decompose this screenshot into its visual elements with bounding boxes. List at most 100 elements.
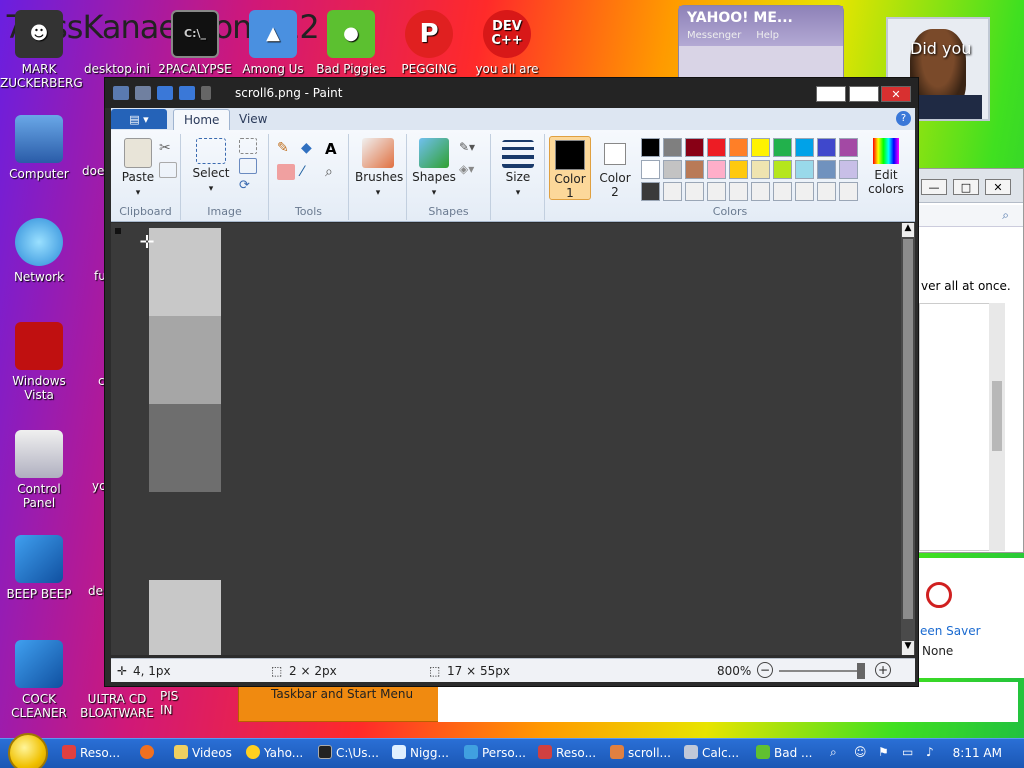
desktop-icon-control-panel[interactable]: Control Panel bbox=[0, 430, 78, 510]
color-picker-icon[interactable]: ⁄ bbox=[301, 164, 319, 180]
maximize-button[interactable]: □ bbox=[953, 179, 979, 195]
palette-swatch[interactable] bbox=[795, 160, 814, 179]
crop-icon[interactable] bbox=[239, 138, 257, 154]
paste-button[interactable]: Paste ▾ bbox=[119, 138, 157, 198]
close-button[interactable]: ✕ bbox=[881, 86, 911, 102]
select-button[interactable]: Select ▾ bbox=[191, 138, 231, 194]
yahoo-messenger-window[interactable]: YAHOO! ME... Messenger Help bbox=[678, 5, 844, 79]
yahoo-menu-help[interactable]: Help bbox=[756, 30, 779, 41]
taskbar-settings-banner[interactable]: Taskbar and Start Menu bbox=[238, 682, 440, 722]
background-window-title-bar[interactable]: — □ ✕ bbox=[919, 169, 1023, 203]
taskbar-item[interactable]: Bad ... bbox=[756, 745, 812, 760]
messenger-tray-icon[interactable]: ☺ bbox=[854, 745, 867, 759]
taskbar-item[interactable]: C:\Us... bbox=[318, 745, 379, 760]
palette-swatch[interactable] bbox=[795, 138, 814, 157]
action-center-flag-icon[interactable]: ⚑ bbox=[878, 745, 889, 759]
palette-swatch[interactable] bbox=[839, 160, 858, 179]
palette-swatch[interactable] bbox=[707, 160, 726, 179]
network-tray-icon[interactable]: ▭ bbox=[902, 745, 913, 759]
scroll-up-button[interactable]: ▲ bbox=[902, 223, 914, 237]
scrollbar-thumb[interactable] bbox=[992, 381, 1002, 451]
start-button[interactable] bbox=[8, 733, 48, 768]
file-menu-button[interactable]: ▤ ▾ bbox=[111, 109, 167, 129]
zoom-out-button[interactable]: − bbox=[757, 662, 773, 678]
desktop-icon-among-us[interactable]: ▲ Among Us bbox=[234, 10, 312, 76]
shapes-button[interactable]: Shapes ▾ bbox=[411, 138, 457, 198]
minimize-button[interactable]: — bbox=[816, 86, 846, 102]
save-icon[interactable] bbox=[135, 86, 151, 100]
list-scrollbar[interactable] bbox=[989, 303, 1005, 551]
clock[interactable]: 8:11 AM bbox=[953, 746, 1002, 760]
custom-color-slot[interactable] bbox=[773, 182, 792, 201]
pencil-icon[interactable]: ✎ bbox=[277, 140, 295, 156]
desktop-icon-bad-piggies[interactable]: ● Bad Piggies bbox=[312, 10, 390, 76]
scroll-down-button[interactable]: ▼ bbox=[902, 641, 914, 655]
eraser-icon[interactable] bbox=[277, 164, 295, 180]
canvas-vertical-scrollbar[interactable]: ▲ ▼ bbox=[901, 223, 915, 655]
custom-color-slot[interactable] bbox=[707, 182, 726, 201]
palette-swatch[interactable] bbox=[663, 160, 682, 179]
magnifier-icon[interactable]: ⌕ bbox=[325, 164, 343, 180]
palette-swatch[interactable] bbox=[641, 160, 660, 179]
edit-colors-button[interactable]: Edit colors bbox=[861, 136, 911, 200]
outline-icon[interactable]: ✎▾ bbox=[459, 140, 477, 156]
desktop-icon-network[interactable]: Network bbox=[0, 218, 78, 284]
taskbar-item[interactable]: Perso... bbox=[464, 745, 526, 760]
desktop-icon-computer[interactable]: Computer bbox=[0, 115, 78, 181]
zoom-in-button[interactable]: + bbox=[875, 662, 891, 678]
help-icon[interactable]: ? bbox=[896, 111, 911, 126]
desktop-icon-beep-beep[interactable]: BEEP BEEP bbox=[0, 535, 78, 601]
palette-swatch[interactable] bbox=[751, 138, 770, 157]
size-button[interactable]: Size ▾ bbox=[499, 140, 537, 198]
palette-swatch[interactable] bbox=[729, 160, 748, 179]
palette-swatch[interactable] bbox=[685, 160, 704, 179]
volume-icon[interactable]: ♪ bbox=[926, 745, 934, 759]
paint-app-icon[interactable] bbox=[113, 86, 129, 100]
taskbar-item[interactable]: Videos bbox=[174, 745, 232, 760]
customize-toolbar-icon[interactable] bbox=[201, 86, 211, 100]
yahoo-title-bar[interactable]: YAHOO! ME... Messenger Help bbox=[679, 6, 843, 46]
color2-button[interactable]: Color 2 bbox=[595, 136, 635, 200]
zoom-slider-track[interactable] bbox=[779, 670, 865, 672]
yahoo-menu-messenger[interactable]: Messenger bbox=[687, 30, 741, 41]
taskbar-item[interactable]: Nigg... bbox=[392, 745, 449, 760]
palette-swatch[interactable] bbox=[773, 160, 792, 179]
taskbar-item[interactable]: scroll... bbox=[610, 745, 671, 760]
search-icon[interactable]: ⌕ bbox=[830, 745, 837, 760]
background-settings-window[interactable]: — □ ✕ ⌕ ver all at once. bbox=[918, 168, 1024, 553]
palette-swatch[interactable] bbox=[685, 138, 704, 157]
cut-icon[interactable]: ✂ bbox=[159, 140, 177, 156]
tab-home[interactable]: Home bbox=[173, 109, 231, 130]
canvas-corner-handle[interactable] bbox=[115, 228, 121, 234]
fill-icon[interactable]: ◆ bbox=[301, 140, 319, 156]
copy-icon[interactable] bbox=[159, 162, 177, 178]
fill-shape-icon[interactable]: ◈▾ bbox=[459, 162, 477, 178]
desktop-icon-mark-zuckerberg[interactable]: ☻ MARK ZUCKERBERG bbox=[0, 10, 83, 90]
desktop-icon-pegging[interactable]: P PEGGING bbox=[390, 10, 468, 76]
desktop-icon-you-all-are[interactable]: DEV C++ you all are bbox=[468, 10, 546, 76]
screensaver-link[interactable]: een Saver bbox=[920, 624, 981, 638]
custom-color-slot[interactable] bbox=[817, 182, 836, 201]
palette-swatch[interactable] bbox=[729, 138, 748, 157]
zoom-slider-handle[interactable] bbox=[857, 663, 865, 679]
canvas-viewport[interactable]: ✛ bbox=[111, 223, 901, 655]
palette-swatch[interactable] bbox=[707, 138, 726, 157]
redo-icon[interactable] bbox=[179, 86, 195, 100]
custom-color-slot[interactable] bbox=[729, 182, 748, 201]
search-box[interactable]: ⌕ bbox=[919, 205, 1023, 227]
custom-color-slot[interactable] bbox=[663, 182, 682, 201]
desktop-icon-cock-cleaner[interactable]: COCK CLEANER bbox=[0, 640, 78, 720]
minimize-button[interactable]: — bbox=[921, 179, 947, 195]
desktop-icon-windows-vista[interactable]: Windows Vista bbox=[0, 322, 78, 402]
scrollbar-thumb[interactable] bbox=[903, 239, 913, 619]
maximize-button[interactable]: □ bbox=[849, 86, 879, 102]
palette-swatch[interactable] bbox=[641, 138, 660, 157]
custom-color-slot[interactable] bbox=[795, 182, 814, 201]
tab-view[interactable]: View bbox=[229, 109, 277, 130]
palette-swatch[interactable] bbox=[817, 160, 836, 179]
palette-swatch[interactable] bbox=[839, 138, 858, 157]
custom-color-slot[interactable] bbox=[839, 182, 858, 201]
search-icon[interactable]: ⌕ bbox=[1002, 208, 1009, 223]
palette-swatch[interactable] bbox=[751, 160, 770, 179]
taskbar-item[interactable]: Reso... bbox=[538, 745, 596, 760]
